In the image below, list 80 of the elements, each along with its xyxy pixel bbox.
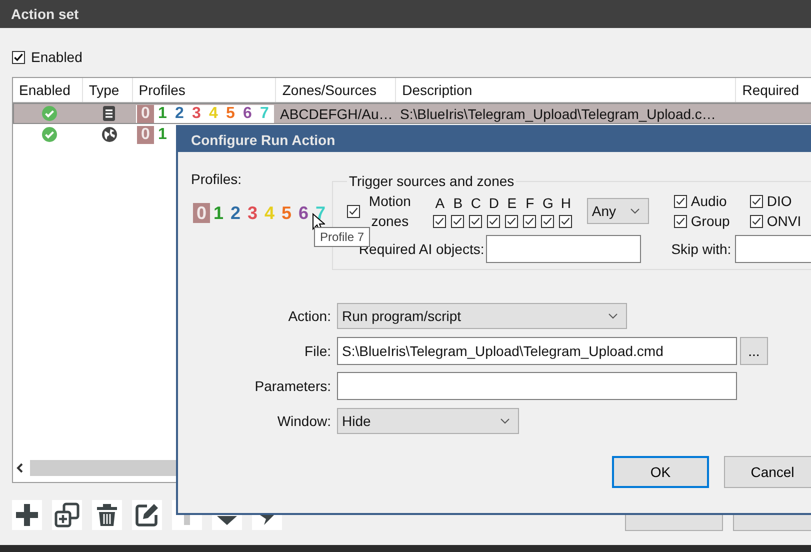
input-field[interactable]: S:\BlueIris\Telegram_Upload\Telegram_Upload.cmd xyxy=(337,336,737,364)
zone-letter: A xyxy=(435,194,445,210)
table-row[interactable]: 0 1 2 3 4 5 6 7 ABCDEFGH/Au… S:\BlueIris\Telegram_Upload\Telegram_Upload.c… xyxy=(13,103,811,124)
profile-number[interactable]: 6 xyxy=(239,104,256,122)
checkbox[interactable] xyxy=(433,214,446,228)
ai-objects-field[interactable] xyxy=(486,235,642,263)
column-header[interactable]: Description xyxy=(396,78,736,102)
skip-with-field[interactable] xyxy=(735,235,811,263)
checkbox-label: DIO xyxy=(766,193,792,209)
delete-button[interactable] xyxy=(92,500,122,530)
scroll-left-icon[interactable] xyxy=(16,463,24,473)
zone-letter: E xyxy=(507,194,517,210)
dialog-title: Configure Run Action xyxy=(191,132,336,148)
field-label: Skip with: xyxy=(671,241,732,257)
checkbox[interactable] xyxy=(750,214,763,228)
profile-toggle[interactable]: 6 xyxy=(295,203,312,223)
field-label: Action: xyxy=(287,308,332,324)
tooltip: Profile 7 xyxy=(314,227,370,247)
column-header[interactable]: Zones/Sources xyxy=(276,78,396,102)
match-dropdown[interactable]: Any xyxy=(586,198,649,224)
chevron-down-icon xyxy=(608,312,618,318)
duplicate-icon xyxy=(54,502,80,528)
zone-letter: F xyxy=(526,194,534,210)
checkbox[interactable] xyxy=(505,214,518,228)
field-label: File: xyxy=(304,342,332,358)
edit-icon xyxy=(134,502,160,528)
group-title: Trigger sources and zones xyxy=(348,173,516,189)
zone-letter: C xyxy=(470,194,481,210)
profile-number[interactable]: 3 xyxy=(188,104,205,122)
table-cell: S:\BlueIris\Telegram_Upload\Telegram_Upload.c… xyxy=(400,106,716,122)
dialog-button[interactable]: Cancel xyxy=(724,456,811,488)
window-title: Action set xyxy=(11,6,79,22)
checkbox[interactable] xyxy=(674,194,687,208)
zone-letter: B xyxy=(453,194,463,210)
table-cell: ABCDEFGH/Au… xyxy=(280,106,393,122)
checkbox-label: ONVI xyxy=(766,213,802,229)
profile-toggle[interactable]: 1 xyxy=(210,203,227,223)
dialog-button[interactable]: OK xyxy=(612,456,709,488)
profile-number[interactable]: 2 xyxy=(171,104,188,122)
zone-letter: H xyxy=(560,194,571,210)
dropdown[interactable]: Hide xyxy=(337,408,519,434)
checkbox-label: Audio xyxy=(690,193,727,209)
profile-toggle[interactable]: 2 xyxy=(227,203,244,223)
checkbox[interactable] xyxy=(451,214,464,228)
checkbox-label: Motion zones xyxy=(368,192,412,231)
add-button[interactable] xyxy=(12,500,42,530)
profiles-label: Profiles: xyxy=(191,171,243,187)
checkbox-label: Group xyxy=(690,213,730,229)
checkbox[interactable] xyxy=(674,214,687,228)
chevron-down-icon xyxy=(500,418,510,424)
field-label: Parameters: xyxy=(254,378,332,394)
checkbox[interactable] xyxy=(469,214,482,228)
checkbox[interactable] xyxy=(541,214,554,228)
checkbox-label: Enabled xyxy=(31,49,82,65)
zone-letter: D xyxy=(488,194,499,210)
profile-toggle[interactable]: 3 xyxy=(244,203,261,223)
column-header[interactable]: Enabled xyxy=(13,78,83,102)
profile-number[interactable]: 1 xyxy=(154,126,171,144)
zone-letter: G xyxy=(542,194,554,210)
checkbox[interactable] xyxy=(12,50,25,64)
column-header[interactable]: Type xyxy=(82,78,133,102)
edit-button[interactable] xyxy=(132,500,162,530)
chevron-down-icon xyxy=(630,208,640,214)
duplicate-button[interactable] xyxy=(52,500,82,530)
checkbox[interactable] xyxy=(750,194,763,208)
profile-number[interactable]: 5 xyxy=(222,104,239,122)
field-label: Window: xyxy=(276,412,332,428)
plus-icon xyxy=(14,502,40,528)
input-field[interactable] xyxy=(337,372,737,400)
trash-icon xyxy=(96,503,118,527)
dropdown[interactable]: Run program/script xyxy=(337,302,627,328)
checkbox[interactable] xyxy=(559,214,572,228)
down-arrow-icon xyxy=(217,516,237,525)
checkbox[interactable] xyxy=(487,214,500,228)
profile-number[interactable]: 1 xyxy=(154,104,171,122)
column-header[interactable]: Profiles xyxy=(132,78,276,102)
browse-button[interactable]: ... xyxy=(740,336,768,364)
column-header[interactable]: Required xyxy=(736,78,811,102)
checkbox[interactable] xyxy=(523,214,536,228)
checkbox[interactable] xyxy=(346,204,360,218)
